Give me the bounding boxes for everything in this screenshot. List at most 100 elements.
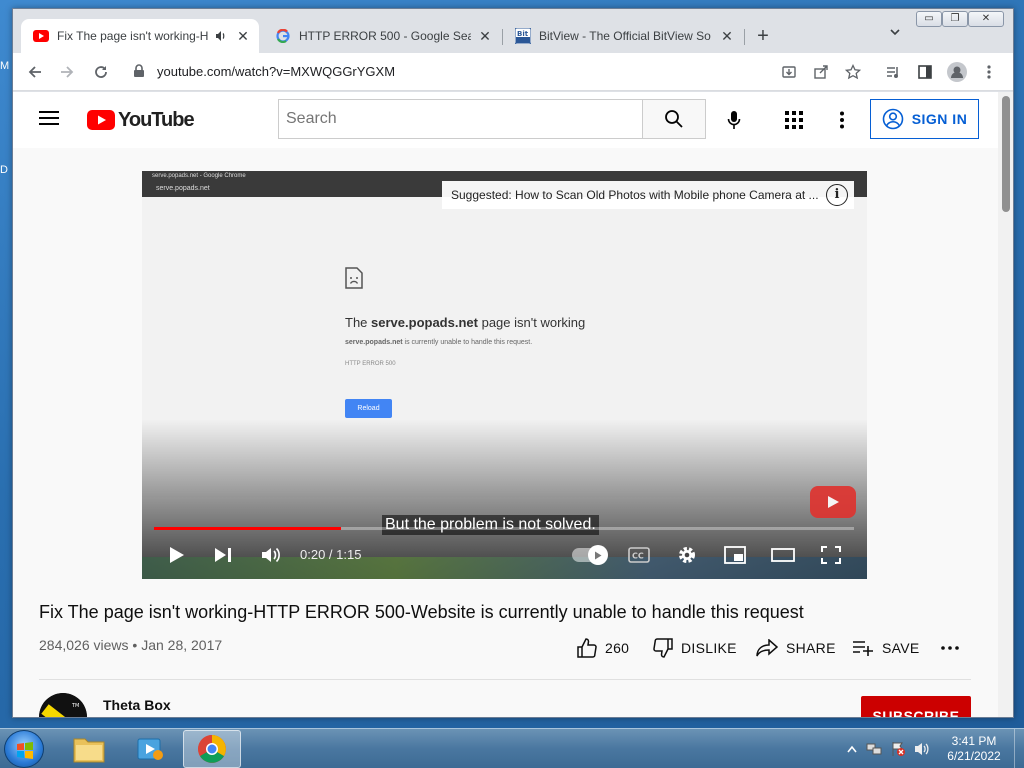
bitview-favicon-icon: Bit xyxy=(515,28,531,44)
volume-icon[interactable] xyxy=(258,543,284,567)
side-panel-icon[interactable] xyxy=(913,60,937,84)
chrome-icon xyxy=(198,735,226,763)
tab-close-icon[interactable]: ✕ xyxy=(235,28,251,44)
tab-google-search[interactable]: HTTP ERROR 500 - Google Searc ✕ xyxy=(263,19,501,53)
youtube-logo[interactable]: YouTube xyxy=(87,108,195,132)
apps-grid-icon[interactable] xyxy=(782,108,806,132)
video-frame-error-code: HTTP ERROR 500 xyxy=(345,361,396,367)
video-frame-url: serve.popads.net xyxy=(156,185,210,192)
save-label: SAVE xyxy=(882,640,920,656)
taskbar-explorer[interactable] xyxy=(60,730,118,768)
maximize-button[interactable]: ❐ xyxy=(942,11,968,27)
media-player-icon xyxy=(137,738,163,760)
channel-avatar[interactable]: TM xyxy=(39,693,87,717)
share-button[interactable]: SHARE xyxy=(756,635,836,661)
show-desktop-button[interactable] xyxy=(1014,729,1024,768)
settings-more-icon[interactable] xyxy=(830,108,854,132)
menu-icon[interactable] xyxy=(39,110,63,130)
action-center-flag-icon[interactable] xyxy=(890,741,906,757)
theater-mode-icon[interactable] xyxy=(770,543,796,567)
progress-bar[interactable] xyxy=(154,527,854,530)
search-button[interactable] xyxy=(642,99,706,139)
speaker-icon[interactable] xyxy=(914,741,930,757)
youtube-header: YouTube SIGN IN xyxy=(13,92,998,148)
windows-taskbar: 3:41 PM 6/21/2022 xyxy=(0,728,1024,768)
minimize-button[interactable]: ▭ xyxy=(916,11,942,27)
next-video-icon[interactable] xyxy=(210,543,236,567)
tab-close-icon[interactable]: ✕ xyxy=(477,28,493,44)
network-icon[interactable] xyxy=(866,741,882,757)
start-button[interactable] xyxy=(4,730,44,768)
video-frame-window-title: serve.popads.net - Google Chrome xyxy=(152,173,246,179)
thumbs-up-icon xyxy=(577,638,597,658)
url-text: youtube.com/watch?v=MXWQGGrYGXM xyxy=(157,64,396,79)
divider xyxy=(39,679,971,680)
tab-search-icon[interactable] xyxy=(883,25,907,49)
suggested-video-card[interactable]: Suggested: How to Scan Old Photos with M… xyxy=(442,181,854,209)
video-frame-reload-button: Reload xyxy=(345,399,392,418)
svg-text:CC: CC xyxy=(632,552,644,561)
close-window-button[interactable]: ✕ xyxy=(968,11,1004,27)
video-player[interactable]: serve.popads.net - Google Chrome serve.p… xyxy=(142,171,867,579)
thumbs-down-icon xyxy=(653,638,673,658)
share-label: SHARE xyxy=(786,640,836,656)
browser-menu-icon[interactable] xyxy=(977,60,1001,84)
microphone-icon[interactable] xyxy=(722,108,746,132)
clock-time: 3:41 PM xyxy=(951,734,997,748)
tab-youtube-video[interactable]: Fix The page isn't working-H ✕ xyxy=(21,19,259,53)
tray-expand-icon[interactable] xyxy=(844,741,860,757)
search-input[interactable] xyxy=(279,100,642,138)
dislike-button[interactable]: DISLIKE xyxy=(653,635,737,661)
desktop-icon-label: D xyxy=(0,164,8,176)
profile-avatar-icon[interactable] xyxy=(945,60,969,84)
taskbar-media-player[interactable] xyxy=(121,730,179,768)
tab-separator xyxy=(744,29,745,45)
lock-icon[interactable] xyxy=(133,64,145,83)
tab-close-icon[interactable]: ✕ xyxy=(719,28,735,44)
subtitles-icon[interactable]: CC xyxy=(626,543,652,567)
taskbar-chrome[interactable] xyxy=(183,730,241,768)
taskbar-clock[interactable]: 3:41 PM 6/21/2022 xyxy=(936,734,1012,764)
autoplay-toggle[interactable] xyxy=(572,545,608,565)
reload-icon[interactable] xyxy=(89,60,113,84)
view-count: 284,026 views xyxy=(39,637,129,653)
install-app-icon[interactable] xyxy=(777,60,801,84)
play-icon[interactable] xyxy=(164,543,190,567)
youtube-watermark-icon[interactable] xyxy=(810,486,856,518)
channel-name[interactable]: Theta Box xyxy=(103,697,171,713)
sign-in-label: SIGN IN xyxy=(911,111,968,127)
address-bar[interactable]: youtube.com/watch?v=MXWQGGrYGXM xyxy=(123,57,863,87)
save-playlist-icon xyxy=(853,641,873,656)
search-box[interactable] xyxy=(278,99,642,139)
tab-strip: Fix The page isn't working-H ✕ HTTP ERRO… xyxy=(13,9,1013,53)
info-icon[interactable]: i xyxy=(826,184,848,206)
audio-playing-icon[interactable] xyxy=(215,30,229,42)
bookmark-star-icon[interactable] xyxy=(841,60,865,84)
folder-icon xyxy=(73,738,105,763)
youtube-wordmark: YouTube xyxy=(118,108,195,131)
browser-window: Fix The page isn't working-H ✕ HTTP ERRO… xyxy=(12,8,1014,718)
video-caption: But the problem is not solved. xyxy=(382,515,599,535)
more-horizontal-icon xyxy=(941,646,959,650)
sign-in-button[interactable]: SIGN IN xyxy=(870,99,979,139)
back-icon[interactable] xyxy=(23,60,47,84)
subscribe-button[interactable]: SUBSCRIBE xyxy=(861,696,971,717)
forward-icon[interactable] xyxy=(55,60,79,84)
page-scrollbar[interactable] xyxy=(998,92,1013,717)
more-actions-button[interactable] xyxy=(941,635,959,661)
tab-bitview[interactable]: Bit BitView - The Official BitView So ✕ xyxy=(503,19,743,53)
scrollbar-thumb[interactable] xyxy=(1002,96,1010,212)
save-button[interactable]: SAVE xyxy=(852,635,920,661)
miniplayer-icon[interactable] xyxy=(722,543,748,567)
fullscreen-icon[interactable] xyxy=(818,543,844,567)
like-button[interactable]: 260 xyxy=(577,635,629,661)
like-count: 260 xyxy=(605,640,630,656)
media-control-icon[interactable] xyxy=(881,60,905,84)
search-icon xyxy=(665,110,683,128)
settings-gear-icon[interactable] xyxy=(674,543,700,567)
video-meta: 284,026 views • Jan 28, 2017 xyxy=(39,637,223,653)
share-page-icon[interactable] xyxy=(809,60,833,84)
new-tab-button[interactable]: + xyxy=(751,25,775,49)
share-icon xyxy=(756,639,778,657)
video-title: Fix The page isn't working-HTTP ERROR 50… xyxy=(39,602,804,622)
